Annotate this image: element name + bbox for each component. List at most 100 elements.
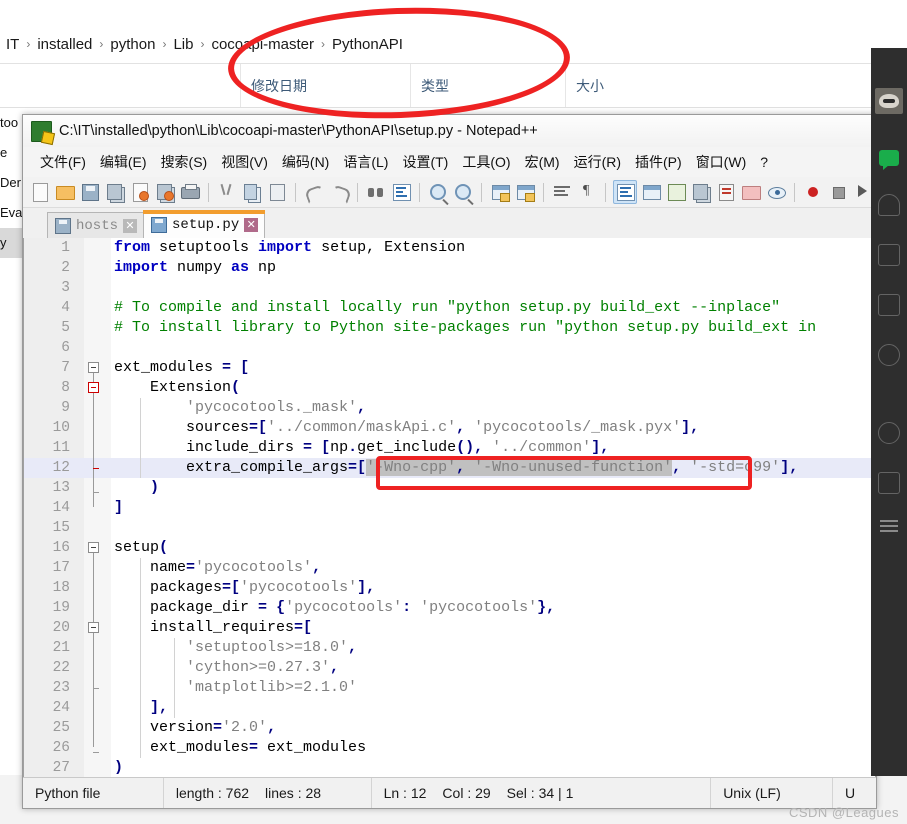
menu-item-w[interactable]: 窗口(W) bbox=[689, 149, 754, 175]
code-editor[interactable]: 1 from setuptools import setup, Extension… bbox=[23, 238, 876, 790]
code-text[interactable]: name='pycocotools', bbox=[114, 558, 321, 578]
code-text[interactable]: setup( bbox=[114, 538, 168, 558]
code-line[interactable]: 9 'pycocotools._mask', bbox=[24, 398, 875, 418]
monitoring-eye-icon[interactable] bbox=[765, 181, 787, 203]
replace-icon[interactable] bbox=[390, 181, 412, 203]
menu-icon[interactable] bbox=[880, 520, 898, 532]
code-line[interactable]: 22 'cython>=0.27.3', bbox=[24, 658, 875, 678]
show-all-chars-icon[interactable]: ¶ bbox=[576, 181, 598, 203]
menu-item-f[interactable]: 文件(F) bbox=[33, 149, 93, 175]
breadcrumb-item-it[interactable]: IT bbox=[0, 36, 25, 53]
avatar[interactable] bbox=[875, 88, 903, 114]
sync-horizontal-icon[interactable] bbox=[514, 181, 536, 203]
code-line[interactable]: 18 packages=['pycocotools'], bbox=[24, 578, 875, 598]
code-text[interactable]: 'cython>=0.27.3', bbox=[114, 658, 339, 678]
document-map-icon[interactable] bbox=[665, 181, 687, 203]
collections-icon[interactable] bbox=[878, 472, 900, 494]
mail-icon[interactable] bbox=[878, 244, 900, 266]
code-line[interactable]: 23 'matplotlib>=2.1.0' bbox=[24, 678, 875, 698]
code-text[interactable]: ) bbox=[114, 478, 159, 498]
code-text[interactable]: # To compile and install locally run "py… bbox=[114, 298, 780, 318]
code-line[interactable]: 13 ) bbox=[24, 478, 875, 498]
code-line[interactable]: 6 bbox=[24, 338, 875, 358]
zoom-out-icon[interactable] bbox=[452, 181, 474, 203]
code-text[interactable]: 'setuptools>=18.0', bbox=[114, 638, 357, 658]
breadcrumb-item-installed[interactable]: installed bbox=[31, 36, 98, 53]
files-icon[interactable] bbox=[878, 294, 900, 316]
code-line[interactable]: 5 # To install library to Python site-pac… bbox=[24, 318, 875, 338]
column-header-2[interactable]: 类型 bbox=[410, 64, 565, 107]
code-lines[interactable]: 1 from setuptools import setup, Extension… bbox=[24, 238, 875, 778]
record-macro-icon[interactable] bbox=[802, 181, 824, 203]
code-text[interactable]: packages=['pycocotools'], bbox=[114, 578, 375, 598]
close-file-icon[interactable] bbox=[129, 181, 151, 203]
breadcrumb-item-lib[interactable]: Lib bbox=[167, 36, 199, 53]
menu-item-m[interactable]: 宏(M) bbox=[518, 149, 567, 175]
menu-item-r[interactable]: 运行(R) bbox=[567, 149, 628, 175]
code-line[interactable]: 10 sources=['../common/maskApi.c', 'pyco… bbox=[24, 418, 875, 438]
menu-item-o[interactable]: 工具(O) bbox=[455, 149, 517, 175]
code-text[interactable]: ext_modules = [ bbox=[114, 358, 249, 378]
code-line[interactable]: 12 extra_compile_args=['-Wno-cpp', '-Wno… bbox=[24, 458, 875, 478]
new-file-icon[interactable] bbox=[29, 181, 51, 203]
menu-item-e[interactable]: 编辑(E) bbox=[93, 149, 154, 175]
paste-icon[interactable] bbox=[266, 181, 288, 203]
code-line[interactable]: 25 version='2.0', bbox=[24, 718, 875, 738]
close-all-icon[interactable] bbox=[154, 181, 176, 203]
chat-icon[interactable] bbox=[879, 150, 899, 170]
code-line[interactable]: 14] bbox=[24, 498, 875, 518]
redo-icon[interactable] bbox=[328, 181, 352, 204]
code-text[interactable]: from setuptools import setup, Extension bbox=[114, 238, 465, 258]
code-line[interactable]: 2 import numpy as np bbox=[24, 258, 875, 278]
code-text[interactable]: 'matplotlib>=2.1.0' bbox=[114, 678, 357, 698]
fold-toggle-icon[interactable] bbox=[88, 362, 99, 373]
fold-toggle-icon[interactable] bbox=[88, 382, 99, 393]
open-file-icon[interactable] bbox=[54, 181, 76, 203]
code-line[interactable]: 7 ext_modules = [ bbox=[24, 358, 875, 378]
code-text[interactable]: ] bbox=[114, 498, 123, 518]
moments-icon[interactable] bbox=[878, 344, 900, 366]
close-icon[interactable]: ✕ bbox=[244, 217, 259, 232]
find-icon[interactable] bbox=[365, 181, 387, 203]
code-text[interactable]: import numpy as np bbox=[114, 258, 276, 278]
fold-toggle-icon[interactable] bbox=[88, 542, 99, 553]
code-line[interactable]: 21 'setuptools>=18.0', bbox=[24, 638, 875, 658]
breadcrumb-item-cocoapi-master[interactable]: cocoapi-master bbox=[205, 36, 320, 53]
history-icon[interactable] bbox=[878, 422, 900, 444]
column-header-name[interactable] bbox=[0, 64, 240, 107]
fold-toggle-icon[interactable] bbox=[88, 622, 99, 633]
menu-item-v[interactable]: 视图(V) bbox=[214, 149, 275, 175]
code-text[interactable]: ], bbox=[114, 698, 168, 718]
contacts-icon[interactable] bbox=[878, 194, 900, 216]
cut-icon[interactable] bbox=[216, 181, 238, 203]
code-text[interactable]: ext_modules= ext_modules bbox=[114, 738, 366, 758]
zoom-in-icon[interactable] bbox=[427, 181, 449, 203]
breadcrumb-item-python[interactable]: python bbox=[104, 36, 161, 53]
code-text[interactable]: install_requires=[ bbox=[114, 618, 312, 638]
menu-item-t[interactable]: 设置(T) bbox=[395, 149, 455, 175]
code-line[interactable]: 3 bbox=[24, 278, 875, 298]
code-line[interactable]: 27) bbox=[24, 758, 875, 778]
messaging-app-sidebar[interactable] bbox=[871, 48, 907, 776]
breadcrumb-item-pythonapi[interactable]: PythonAPI bbox=[326, 36, 409, 53]
code-line[interactable]: 20 install_requires=[ bbox=[24, 618, 875, 638]
code-text[interactable]: Extension( bbox=[114, 378, 240, 398]
folder-as-workspace-icon[interactable] bbox=[715, 181, 737, 203]
monitoring-icon[interactable] bbox=[740, 181, 762, 203]
code-line[interactable]: 8 Extension( bbox=[24, 378, 875, 398]
code-text[interactable]: # To install library to Python site-pack… bbox=[114, 318, 816, 338]
code-line[interactable]: 4 # To compile and install locally run "p… bbox=[24, 298, 875, 318]
tab-bar[interactable]: hosts ✕ setup.py ✕ bbox=[23, 208, 876, 238]
code-line[interactable]: 26 ext_modules= ext_modules bbox=[24, 738, 875, 758]
toolbar[interactable]: ¶ bbox=[23, 177, 876, 208]
tab-hosts[interactable]: hosts ✕ bbox=[47, 212, 145, 238]
code-line[interactable]: 17 name='pycocotools', bbox=[24, 558, 875, 578]
column-header-1[interactable]: 修改日期 bbox=[240, 64, 410, 107]
copy-icon[interactable] bbox=[241, 181, 263, 203]
undo-icon[interactable] bbox=[303, 181, 327, 204]
indent-guide-icon[interactable] bbox=[613, 180, 637, 204]
code-line[interactable]: 15 bbox=[24, 518, 875, 538]
code-text[interactable]: extra_compile_args=['-Wno-cpp', '-Wno-un… bbox=[114, 458, 798, 478]
word-wrap-icon[interactable] bbox=[551, 181, 573, 203]
menu-item-n[interactable]: 编码(N) bbox=[275, 149, 336, 175]
